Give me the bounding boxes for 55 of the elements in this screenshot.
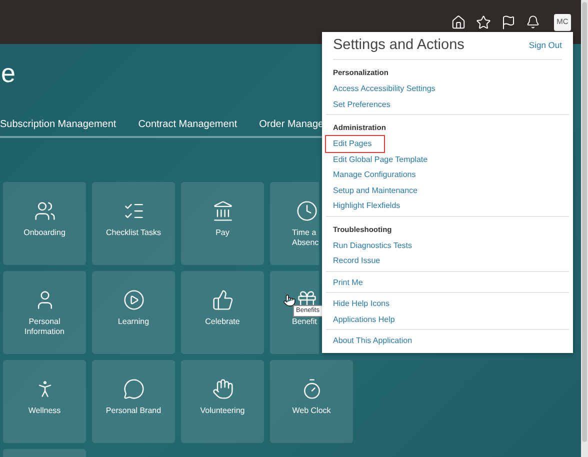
tile-label: Checklist Tasks xyxy=(106,228,161,238)
scrollbar[interactable] xyxy=(581,0,588,457)
speech-bubble-icon xyxy=(122,378,144,400)
cursor-icon xyxy=(283,294,296,307)
app-tile[interactable]: Wellness xyxy=(3,360,86,443)
tile-label: Celebrate xyxy=(205,317,240,327)
app-tile[interactable]: Personal Information xyxy=(3,271,86,354)
tile-label: Onboarding xyxy=(24,228,66,238)
tile-label: Volunteering xyxy=(200,406,245,416)
app-tile[interactable]: Personal Brand xyxy=(92,360,175,443)
home-icon[interactable] xyxy=(451,14,466,30)
menu-link[interactable]: Record Issue xyxy=(326,253,388,268)
menu-link[interactable]: Set Preferences xyxy=(326,96,398,112)
menu-link[interactable]: Edit Global Page Template xyxy=(326,152,435,167)
menu-title: Settings and Actions xyxy=(333,36,464,55)
tile-label: Personal Brand xyxy=(106,406,162,416)
app-tile[interactable]: Pay xyxy=(181,182,264,265)
app-tile[interactable]: Celebrate xyxy=(181,271,264,354)
app-tile[interactable]: Learning xyxy=(92,271,175,354)
menu-link[interactable]: Setup and Maintenance xyxy=(326,182,425,198)
star-icon[interactable] xyxy=(476,14,491,30)
bell-icon[interactable] xyxy=(526,15,540,29)
nav-link[interactable]: Order Manage xyxy=(259,118,324,132)
flag-icon[interactable] xyxy=(501,14,516,30)
tile-label: Pay xyxy=(216,228,230,238)
menu-link[interactable]: Hide Help Icons xyxy=(326,296,396,312)
tile-label: Benefit xyxy=(292,317,317,327)
people-icon xyxy=(34,200,56,222)
menu-link[interactable]: Applications Help xyxy=(326,312,402,327)
nav-link[interactable]: Subscription Management xyxy=(0,118,116,132)
menu-link[interactable]: Print Me xyxy=(326,274,370,290)
menu-link[interactable]: Manage Configurations xyxy=(326,167,423,182)
page-title: e xyxy=(0,58,16,88)
tile-label: Web Clock xyxy=(292,406,331,416)
clock-icon xyxy=(296,200,318,222)
bank-icon xyxy=(212,200,234,222)
app-tile[interactable]: Checklist Tasks xyxy=(92,182,175,265)
tile-label: Personal Information xyxy=(23,317,66,337)
nav-link[interactable]: Contract Management xyxy=(138,118,238,132)
tile-label: Wellness xyxy=(28,406,61,416)
app-tile[interactable]: Time a Absenc xyxy=(270,182,319,265)
menu-link[interactable]: About This Application xyxy=(326,333,420,348)
sign-out-link[interactable]: Sign Out xyxy=(528,39,562,52)
raised-hand-icon xyxy=(212,378,234,400)
app-tile[interactable]: Volunteering xyxy=(181,360,264,443)
menu-link[interactable]: Edit Pages xyxy=(326,136,384,152)
menu-link[interactable]: Highlight Flexfields xyxy=(326,198,408,214)
app-tile[interactable]: Onboarding xyxy=(3,182,86,265)
app-tile[interactable]: Web Clock xyxy=(270,360,353,443)
tile-label: Time a Absenc xyxy=(292,228,319,248)
thumbs-up-icon xyxy=(212,289,234,311)
play-icon xyxy=(122,289,144,311)
menu-link[interactable]: Run Diagnostics Tests xyxy=(326,238,419,253)
menu-link[interactable]: Access Accessibility Settings xyxy=(326,81,442,96)
tile-label: Learning xyxy=(118,317,150,327)
